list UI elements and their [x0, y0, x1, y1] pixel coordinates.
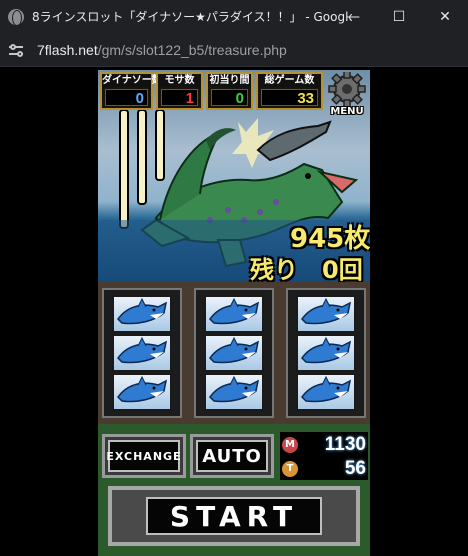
- close-button[interactable]: ✕: [422, 0, 468, 33]
- credits-panel: M 1130 T 56: [280, 432, 368, 480]
- shark-symbol: [112, 373, 172, 412]
- reel-left: [102, 288, 182, 418]
- ticket-icon: T: [282, 461, 298, 477]
- url-domain: 7flash.net: [37, 41, 98, 58]
- exchange-button[interactable]: EXCHANGE: [102, 434, 186, 478]
- shark-symbol: [296, 333, 356, 372]
- total-games-value: 33: [261, 89, 318, 107]
- first-hit-value: 0: [211, 89, 248, 107]
- minimize-button[interactable]: —: [330, 0, 376, 33]
- reel-center: [194, 288, 274, 418]
- start-button[interactable]: START: [108, 486, 360, 546]
- dinosaur-count-label: ダイナソー数: [102, 74, 162, 87]
- url-text[interactable]: 7flash.net/gm/s/slot122_b5/treasure.php: [37, 42, 287, 58]
- mosa-count-value: 1: [161, 89, 198, 107]
- control-panel: EXCHANGE AUTO M 1130 T 56 START: [98, 424, 370, 556]
- url-path: /gm/s/slot122_b5/treasure.php: [97, 41, 287, 58]
- shark-symbol: [112, 333, 172, 372]
- total-games-label: 総ゲーム数: [258, 74, 321, 87]
- first-hit-label: 初当り間: [208, 74, 251, 87]
- menu-button[interactable]: MENU: [326, 70, 368, 118]
- medal-row: M 1130: [282, 434, 366, 456]
- mosa-count-label: モサ数: [158, 74, 201, 87]
- maximize-button[interactable]: ☐: [376, 0, 422, 33]
- window-title: 8ラインスロット「ダイナソー★パラダイス！！」 - Google Chrome: [32, 10, 352, 24]
- exchange-label: EXCHANGE: [106, 440, 181, 472]
- reel-right: [286, 288, 366, 418]
- gear-icon: [328, 70, 366, 108]
- ticket-row: T 56: [282, 458, 366, 480]
- remaining-games: 残り 0回: [250, 256, 363, 282]
- mosa-count-panel: モサ数 1: [156, 72, 203, 110]
- shark-symbol: [112, 294, 172, 333]
- dinosaur-count-value: 0: [105, 89, 148, 107]
- medal-icon: M: [282, 437, 298, 453]
- shark-symbol: [296, 373, 356, 412]
- shark-symbol: [204, 294, 264, 333]
- address-bar[interactable]: 7flash.net/gm/s/slot122_b5/treasure.php: [0, 33, 468, 67]
- reels-area: [98, 282, 370, 424]
- site-settings-icon[interactable]: [9, 42, 25, 58]
- game-scene: ダイナソー数 0 モサ数 1 初当り間 0 総ゲーム数 33 MENU 945枚…: [98, 70, 370, 282]
- auto-label: AUTO: [196, 440, 268, 472]
- start-label: START: [146, 497, 322, 535]
- shark-symbol: [204, 373, 264, 412]
- stats-bar: ダイナソー数 0 モサ数 1 初当り間 0 総ゲーム数 33: [100, 72, 326, 110]
- total-games-panel: 総ゲーム数 33: [256, 72, 323, 110]
- medal-count: 1130: [324, 434, 366, 455]
- dinosaur-count-panel: ダイナソー数 0: [100, 72, 162, 110]
- first-hit-panel: 初当り間 0: [206, 72, 253, 110]
- ticket-count: 56: [344, 458, 366, 479]
- auto-button[interactable]: AUTO: [190, 434, 274, 478]
- menu-label: MENU: [330, 106, 364, 117]
- title-bar: 8ラインスロット「ダイナソー★パラダイス！！」 - Google Chrome …: [0, 0, 468, 33]
- shark-symbol: [204, 333, 264, 372]
- shark-symbol: [296, 294, 356, 333]
- globe-icon: [8, 8, 24, 26]
- slot-game: ダイナソー数 0 モサ数 1 初当り間 0 総ゲーム数 33 MENU 945枚…: [98, 70, 370, 556]
